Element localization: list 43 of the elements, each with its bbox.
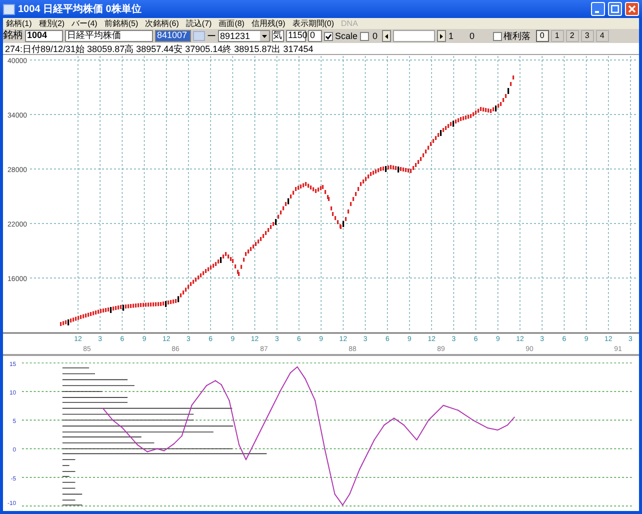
pane-tab[interactable]: 1 [550,30,564,42]
maximize-button[interactable] [608,2,622,16]
menu-item[interactable]: バー(4) [72,20,98,28]
symbol-label: 銘柄 [3,31,23,41]
checkbox[interactable] [324,32,333,40]
menu-item[interactable]: 読込(7) [186,20,212,28]
checkbox[interactable] [360,32,369,40]
close-icon [628,5,636,13]
pane-tab[interactable]: 0 [536,30,549,42]
checkbox-label: Scale [335,32,358,40]
minimize-button[interactable] [591,2,605,16]
info-line: 274:日付89/12/31始 38059.87高 38957.44安 37905.14終 38915.87出 317454 [3,43,639,55]
menu-item[interactable]: 前銘柄(5) [104,20,138,28]
pane-tab[interactable]: 3 [580,30,594,42]
app-icon [3,4,15,14]
menu-item[interactable]: 銘柄(1) [6,20,32,28]
checkbox[interactable] [492,32,502,40]
value-text: 0 [372,32,379,40]
start-date-field[interactable]: 841007 [155,30,191,42]
name-field[interactable]: 日経平均株価 [65,30,153,42]
menu-item[interactable]: 画面(8) [218,20,244,28]
window-title: 1004 日経平均株価 0株単位 [18,2,142,16]
checkbox-label: 権利落 [504,32,532,40]
value-text: 1 [448,32,454,40]
menu-item[interactable]: 表示期間(0) [292,20,334,28]
value-field[interactable]: 0 [308,30,322,42]
scroll-left-button[interactable] [382,30,391,42]
pane-tab[interactable]: 2 [566,30,579,42]
value-text: 0 [468,32,476,40]
code-field[interactable]: 1004 [25,30,63,42]
close-button[interactable] [625,2,639,16]
menu-item[interactable]: 信用残(9) [251,20,286,28]
period-field[interactable]: 気 [272,30,284,42]
left-arrow-icon [384,34,388,38]
right-arrow-icon [440,34,443,38]
maximize-icon [611,5,619,13]
pane-tab[interactable]: 4 [596,30,609,42]
menu-item[interactable]: 次銘柄(6) [145,20,179,28]
menu-item[interactable]: 種別(2) [38,20,65,28]
date-separator: ー [207,32,216,40]
scroll-right-button[interactable] [436,30,446,42]
end-date-dropdown[interactable]: 891231 [218,30,270,42]
value-field[interactable]: 1150 [286,30,306,42]
